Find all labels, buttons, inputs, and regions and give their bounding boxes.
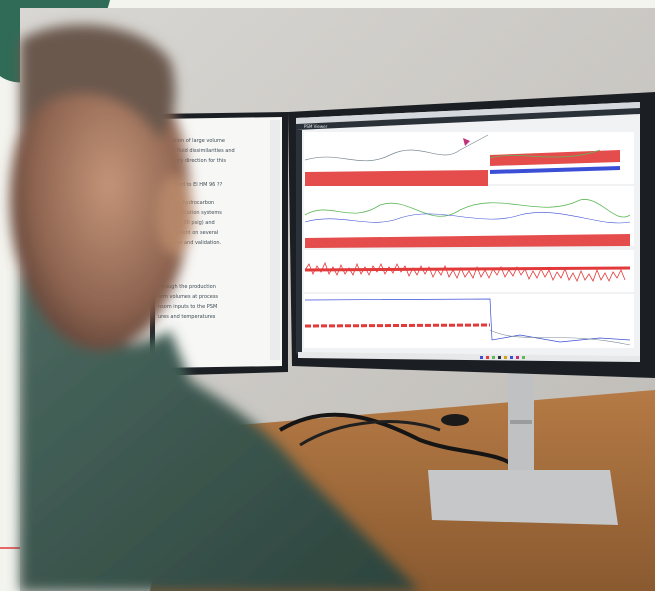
chart-panel-1 xyxy=(304,132,634,188)
right-monitor: PSM Viewer xyxy=(288,92,655,378)
photo-frame: realisation of large volume ity and flui… xyxy=(10,8,655,591)
doc-line: nsom inputs to the PSM xyxy=(158,304,217,310)
cable-clip xyxy=(441,414,469,426)
ear xyxy=(157,175,193,255)
chart-panel-3 xyxy=(304,250,634,292)
app-title: PSM Viewer xyxy=(304,124,328,129)
monitor-stand-base xyxy=(428,470,618,525)
doc-line: ures and temperatures xyxy=(158,314,216,320)
monitor-stand-pole xyxy=(508,372,534,482)
photo-illustration: realisation of large volume ity and flui… xyxy=(0,0,655,591)
chart-panel-2 xyxy=(304,186,634,248)
photo-scene: realisation of large volume ity and flui… xyxy=(0,0,655,591)
app-sidebar xyxy=(296,130,302,354)
chart-panel-4 xyxy=(304,294,634,348)
